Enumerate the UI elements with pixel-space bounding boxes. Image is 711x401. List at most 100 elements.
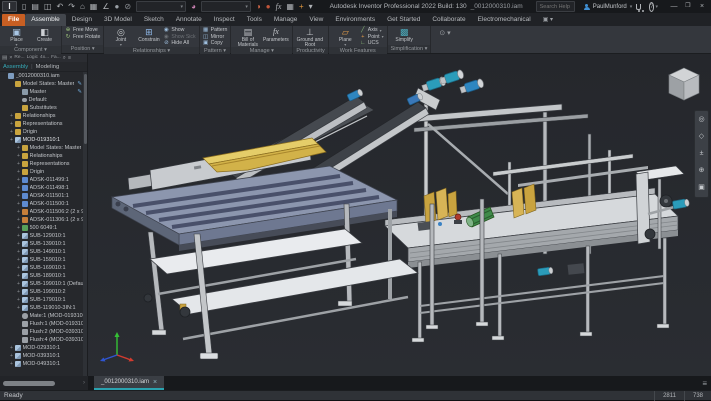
navigation-bar[interactable]: ◎◇±⊕▣ xyxy=(694,110,709,198)
tree-item-adsk-011500-1[interactable]: +ADSK-011500:1 xyxy=(0,200,83,208)
browser-vertical-scrollbar[interactable] xyxy=(83,72,87,376)
expander-icon[interactable]: + xyxy=(16,249,21,255)
parameters-button[interactable]: fxParameters xyxy=(262,27,289,43)
document-tab[interactable]: _0012000310.iam × xyxy=(94,376,164,390)
joint-button[interactable]: ◎Joint▾ xyxy=(107,27,134,46)
tree-item-origin[interactable]: +Origin xyxy=(0,168,83,176)
ground-and-root-button[interactable]: ⊥Ground and Root xyxy=(296,27,323,47)
tree-item-sub-199010-1-default[interactable]: +SUB-199010:1 (Default) xyxy=(0,280,83,288)
qat-caret-icon[interactable]: ▾ xyxy=(307,0,315,13)
expander-icon[interactable]: + xyxy=(16,145,21,151)
fx-icon[interactable]: fx xyxy=(274,0,284,13)
ribbon-tab-tools[interactable]: Tools xyxy=(241,14,268,26)
expander-icon[interactable]: + xyxy=(9,137,14,143)
ribbon-tab-environments[interactable]: Environments xyxy=(329,14,381,26)
ribbon-tab-annotate[interactable]: Annotate xyxy=(170,14,208,26)
tree-item-relationships[interactable]: +Relationships xyxy=(0,112,83,120)
expander-icon[interactable]: + xyxy=(16,257,21,263)
ribbon-tab-3d-model[interactable]: 3D Model xyxy=(98,14,138,26)
ribbon-tab-design[interactable]: Design xyxy=(66,14,98,26)
user-account[interactable]: PaulMunford ▾ xyxy=(584,4,633,10)
expander-icon[interactable]: + xyxy=(16,217,21,223)
expander-icon[interactable]: + xyxy=(9,121,14,127)
expander-icon[interactable]: + xyxy=(16,201,21,207)
expander-icon[interactable]: + xyxy=(9,345,14,351)
tree-item-mod-019310-1[interactable]: +MOD-019310:1 xyxy=(0,136,83,144)
undo-icon[interactable]: ↶ xyxy=(55,0,66,13)
expander-icon[interactable]: + xyxy=(16,233,21,239)
tree-item-sub-189010-1[interactable]: +SUB-189010:1 xyxy=(0,272,83,280)
assembly-3d-view[interactable] xyxy=(88,54,711,376)
expander-icon[interactable]: + xyxy=(9,361,14,367)
expander-icon[interactable]: + xyxy=(16,209,21,215)
mirror-button[interactable]: ◫Mirror xyxy=(203,34,228,41)
filter-logic[interactable]: Logic xyxy=(27,54,38,62)
search-input[interactable] xyxy=(537,4,574,10)
ribbon-panel-label[interactable]: Component ▾ xyxy=(0,46,61,54)
browser-horizontal-scrollbar[interactable]: › xyxy=(0,376,88,390)
tree-item-mate-1-mod-019310-1-mod-039310-1[interactable]: Mate:1 (MOD-019310:1,MOD-039310:1) xyxy=(0,312,83,320)
show-button[interactable]: ◉Show xyxy=(163,27,195,34)
ribbon-tab-sketch[interactable]: Sketch xyxy=(138,14,170,26)
material-sphere-icon[interactable]: ● xyxy=(113,0,122,13)
new-file-icon[interactable]: ▯ xyxy=(20,0,28,13)
axis-button[interactable]: ╱Axis▾ xyxy=(360,27,384,34)
tree-item-500-6049-1[interactable]: +500 6049:1 xyxy=(0,224,83,232)
material-combo[interactable]: ▾ xyxy=(136,1,186,12)
expander-icon[interactable]: + xyxy=(9,353,14,359)
tree-item-model-states-master[interactable]: +Model States: Master xyxy=(0,144,83,152)
tree-item-sub-199010-2[interactable]: +SUB-199010:2 xyxy=(0,288,83,296)
show-sick-button[interactable]: ◉Show Sick xyxy=(163,34,195,41)
tree-item-adsk-011499-1[interactable]: +ADSK-011499:1 xyxy=(0,176,83,184)
tree-item-adsk-011501-1[interactable]: +ADSK-011501:1 xyxy=(0,192,83,200)
color-wheel-icon[interactable]: ◕ xyxy=(189,0,198,13)
constrain-button[interactable]: ⊞Constrain xyxy=(135,27,162,43)
filter-4x[interactable]: 4x... xyxy=(40,54,49,62)
free-rotate-button[interactable]: ↻Free Rotate xyxy=(65,34,100,41)
search-icon[interactable]: ⌕ xyxy=(63,54,66,62)
close-tab-icon[interactable]: × xyxy=(153,379,157,386)
tree-item-0012000310-iam[interactable]: _0012000310.iam xyxy=(0,72,83,80)
redo-icon[interactable]: ↷ xyxy=(66,0,77,13)
machine-gear-motors[interactable] xyxy=(421,69,484,94)
expander-icon[interactable]: + xyxy=(16,161,21,167)
tree-item-representations[interactable]: +Representations xyxy=(0,160,83,168)
ribbon-tab-view[interactable]: View xyxy=(303,14,329,26)
graphics-viewport[interactable]: ◎◇±⊕▣ xyxy=(88,54,711,376)
full-navigation-wheel-icon[interactable]: ◎ xyxy=(698,116,704,124)
filter-favorites[interactable]: Fa... xyxy=(51,54,61,62)
close-button[interactable]: × xyxy=(695,0,709,13)
bill-of-materials-button[interactable]: ▤Bill of Materials xyxy=(234,27,261,47)
measure-icon[interactable]: ∠ xyxy=(100,0,111,13)
tree-item-sub-149010-1[interactable]: +SUB-149010:1 xyxy=(0,248,83,256)
tree-item-mod-049310-1[interactable]: +MOD-049310:1 xyxy=(0,360,83,368)
expander-icon[interactable]: + xyxy=(16,289,21,295)
expander-icon[interactable]: + xyxy=(16,305,21,311)
restore-button[interactable]: ❒ xyxy=(681,0,695,13)
expander-icon[interactable]: + xyxy=(16,265,21,271)
tree-item-adsk-011306-1-2-x-90[interactable]: +ADSK-011306:1 (2 x 90) xyxy=(0,216,83,224)
tree-item-sub-169010-1[interactable]: +SUB-169010:1 xyxy=(0,264,83,272)
add-icon[interactable]: + xyxy=(297,0,306,13)
expander-icon[interactable]: + xyxy=(16,177,21,183)
zoom-icon[interactable]: ± xyxy=(700,150,704,158)
expander-icon[interactable]: + xyxy=(16,281,21,287)
hide-all-button[interactable]: ⊘Hide All xyxy=(163,40,195,47)
ribbon-tab-inspect[interactable]: Inspect xyxy=(208,14,241,26)
tree-item-substitutes[interactable]: Substitutes xyxy=(0,104,83,112)
simplify-button[interactable]: ▩Simplify xyxy=(391,27,418,43)
point-button[interactable]: +Point▾ xyxy=(360,34,384,41)
plane-button[interactable]: ▱Plane▾ xyxy=(332,27,359,46)
tree-item-sub-139010-1[interactable]: +SUB-139010:1 xyxy=(0,240,83,248)
tree-item-flush-2-mod-039310-1-mod-019310-1[interactable]: Flush:2 (MOD-039310:1,MOD-019310:1) xyxy=(0,328,83,336)
tree-item-sub-159010-1[interactable]: +SUB-159010:1 xyxy=(0,256,83,264)
tree-item-adsk-011498-1[interactable]: +ADSK-011498:1 xyxy=(0,184,83,192)
inventor-logo-icon[interactable]: I xyxy=(2,1,17,12)
expander-icon[interactable]: + xyxy=(16,169,21,175)
scroll-arrow-icon[interactable]: › xyxy=(83,380,85,386)
expander-icon[interactable]: + xyxy=(16,241,21,247)
clear-filter-icon[interactable]: × xyxy=(9,54,12,62)
grid-icon[interactable]: ▦ xyxy=(284,0,296,13)
tree-item-relationships[interactable]: +Relationships xyxy=(0,152,83,160)
appearance-combo[interactable]: ▾ xyxy=(201,1,251,12)
